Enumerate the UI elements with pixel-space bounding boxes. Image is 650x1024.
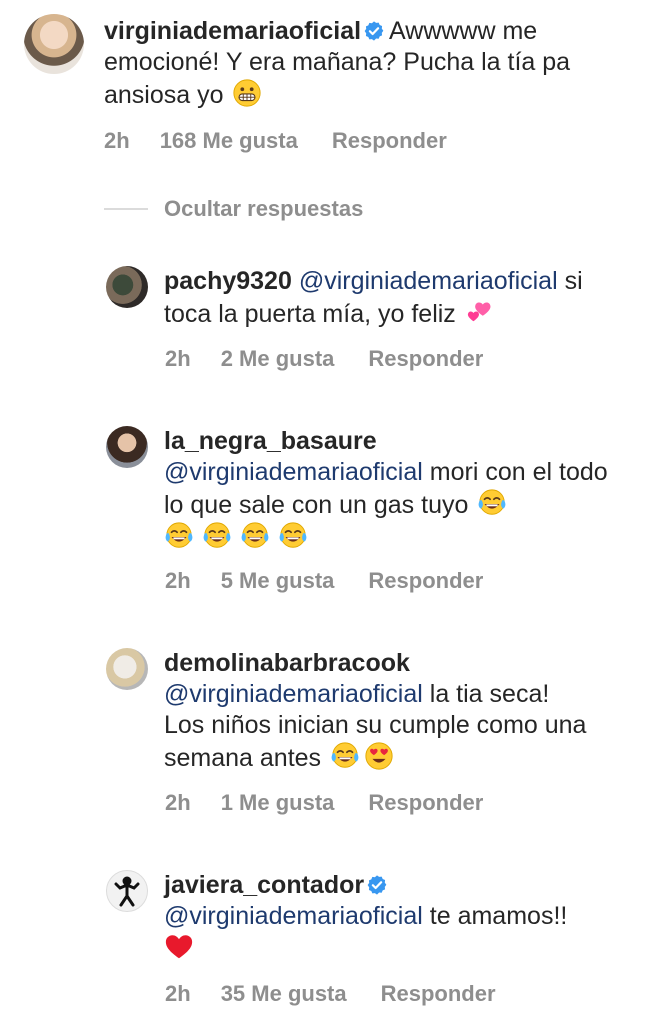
reply-comment: demolinabarbracook @virginiademariaofici… [106, 648, 594, 774]
verified-badge-icon [363, 20, 385, 42]
reply-button[interactable]: Responder [368, 568, 483, 594]
tears-of-joy-emoji-icon [202, 521, 232, 551]
comment-body: la_negra_basaure @virginiademariaoficial… [164, 426, 624, 554]
heart-eyes-emoji-icon [364, 741, 394, 771]
avatar[interactable] [106, 648, 148, 690]
tears-of-joy-emoji-icon [278, 521, 308, 551]
comment-meta: 2h 2 Me gusta Responder [165, 346, 483, 372]
comment-time: 2h [165, 346, 191, 371]
comment-time: 2h [165, 981, 191, 1006]
mention-link[interactable]: @virginiademariaoficial [299, 267, 558, 295]
comment-meta: 2h 35 Me gusta Responder [165, 981, 496, 1007]
tears-of-joy-emoji-icon [240, 521, 270, 551]
mention-link[interactable]: @virginiademariaoficial [164, 902, 423, 930]
comment-text: te amamos!! [429, 902, 568, 930]
comment-username[interactable]: pachy9320 [164, 267, 292, 295]
emoji-row [164, 932, 634, 965]
avatar[interactable] [24, 14, 84, 74]
reply-comment: javiera_contador @virginiademariaoficial… [106, 870, 634, 965]
reply-button[interactable]: Responder [332, 128, 447, 154]
comment-time: 2h [165, 790, 191, 815]
comment-body: virginiademariaoficial Awwwww me emocioné… [104, 16, 614, 111]
avatar[interactable] [106, 266, 148, 308]
likes-count-button[interactable]: 5 Me gusta [221, 568, 335, 594]
likes-count-button[interactable]: 168 Me gusta [160, 128, 298, 154]
main-comment: virginiademariaoficial Awwwww me emocioné… [24, 14, 614, 111]
two-hearts-emoji-icon [465, 297, 495, 327]
emoji-row [164, 521, 624, 554]
comment-meta: 2h 5 Me gusta Responder [165, 568, 483, 594]
comment-meta: 2h 168 Me gusta Responder [104, 128, 447, 154]
reply-button[interactable]: Responder [368, 790, 483, 816]
hide-replies-label: Ocultar respuestas [164, 196, 364, 221]
comment-username[interactable]: la_negra_basaure [164, 427, 377, 455]
comment-time: 2h [165, 568, 191, 593]
reply-comment: la_negra_basaure @virginiademariaoficial… [106, 426, 624, 554]
mention-link[interactable]: @virginiademariaoficial [164, 680, 423, 708]
likes-count-button[interactable]: 2 Me gusta [221, 346, 335, 372]
avatar[interactable] [106, 426, 148, 468]
person-silhouette-icon [114, 876, 140, 907]
reply-button[interactable]: Responder [368, 346, 483, 372]
comment-time: 2h [104, 128, 130, 153]
comment-body: pachy9320 @virginiademariaoficial si toc… [164, 266, 624, 330]
tears-of-joy-emoji-icon [477, 488, 507, 518]
comment-line: @virginiademariaoficial te amamos!! [164, 901, 634, 932]
hide-replies-button[interactable]: Ocultar respuestas [104, 196, 363, 222]
red-heart-emoji-icon [164, 932, 194, 962]
likes-count-button[interactable]: 1 Me gusta [221, 790, 335, 816]
tears-of-joy-emoji-icon [164, 521, 194, 551]
likes-count-button[interactable]: 35 Me gusta [221, 981, 347, 1007]
divider-line [104, 208, 148, 210]
comment-username[interactable]: demolinabarbracook [164, 649, 410, 677]
avatar[interactable] [106, 870, 148, 912]
comment-username[interactable]: javiera_contador [164, 871, 364, 899]
comment-username[interactable]: virginiademariaoficial [104, 17, 361, 45]
reply-button[interactable]: Responder [381, 981, 496, 1007]
mention-link[interactable]: @virginiademariaoficial [164, 458, 423, 486]
comment-body: javiera_contador @virginiademariaoficial… [164, 870, 634, 965]
grimacing-face-emoji-icon [232, 78, 262, 108]
tears-of-joy-emoji-icon [330, 741, 360, 771]
comment-body: demolinabarbracook @virginiademariaofici… [164, 648, 594, 774]
comment-meta: 2h 1 Me gusta Responder [165, 790, 483, 816]
verified-badge-icon [366, 874, 388, 896]
reply-comment: pachy9320 @virginiademariaoficial si toc… [106, 266, 624, 330]
